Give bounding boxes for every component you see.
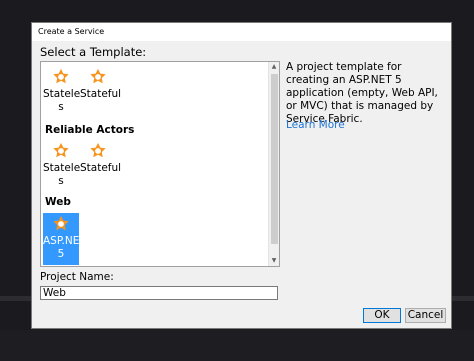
background-strip [0,330,474,361]
template-label: Stateful [80,88,122,100]
project-name-label: Project Name: [40,271,114,283]
create-service-dialog: Create a Service Select a Template: Stat… [31,22,452,329]
template-list-scrollbar[interactable]: ▲ ▼ [268,62,279,266]
template-stateless[interactable]: Statele s [43,68,81,114]
template-label: Statele s [43,162,81,187]
service-fabric-icon [53,215,69,231]
learn-more-link[interactable]: Learn More [286,119,345,131]
service-fabric-icon [53,68,69,84]
cancel-button[interactable]: Cancel [405,308,446,323]
template-stateful[interactable]: Stateful [80,142,121,175]
select-template-label: Select a Template: [40,45,147,59]
template-aspnet5[interactable]: ASP.NET 5 [43,213,86,265]
dialog-title: Create a Service [32,23,451,41]
group-header-web: Web [45,196,71,208]
service-fabric-icon [90,142,106,158]
service-fabric-icon [53,142,69,158]
scroll-down-icon[interactable]: ▼ [269,256,279,266]
template-label: Statele s [43,88,81,113]
project-name-input[interactable]: Web [40,286,278,300]
template-stateless[interactable]: Statele s [43,142,81,188]
template-label: ASP.NET 5 [43,235,86,260]
group-header-reliable-actors: Reliable Actors [45,124,135,136]
template-description: A project template for creating an ASP.N… [286,61,438,125]
template-list[interactable]: Statele s Stateful Reliable Actors State… [40,61,280,267]
scroll-up-icon[interactable]: ▲ [269,62,279,72]
scroll-thumb[interactable] [271,74,278,244]
service-fabric-icon [90,68,106,84]
ok-button[interactable]: OK [363,308,401,323]
template-label: Stateful [80,162,122,174]
template-stateful[interactable]: Stateful [80,68,121,101]
